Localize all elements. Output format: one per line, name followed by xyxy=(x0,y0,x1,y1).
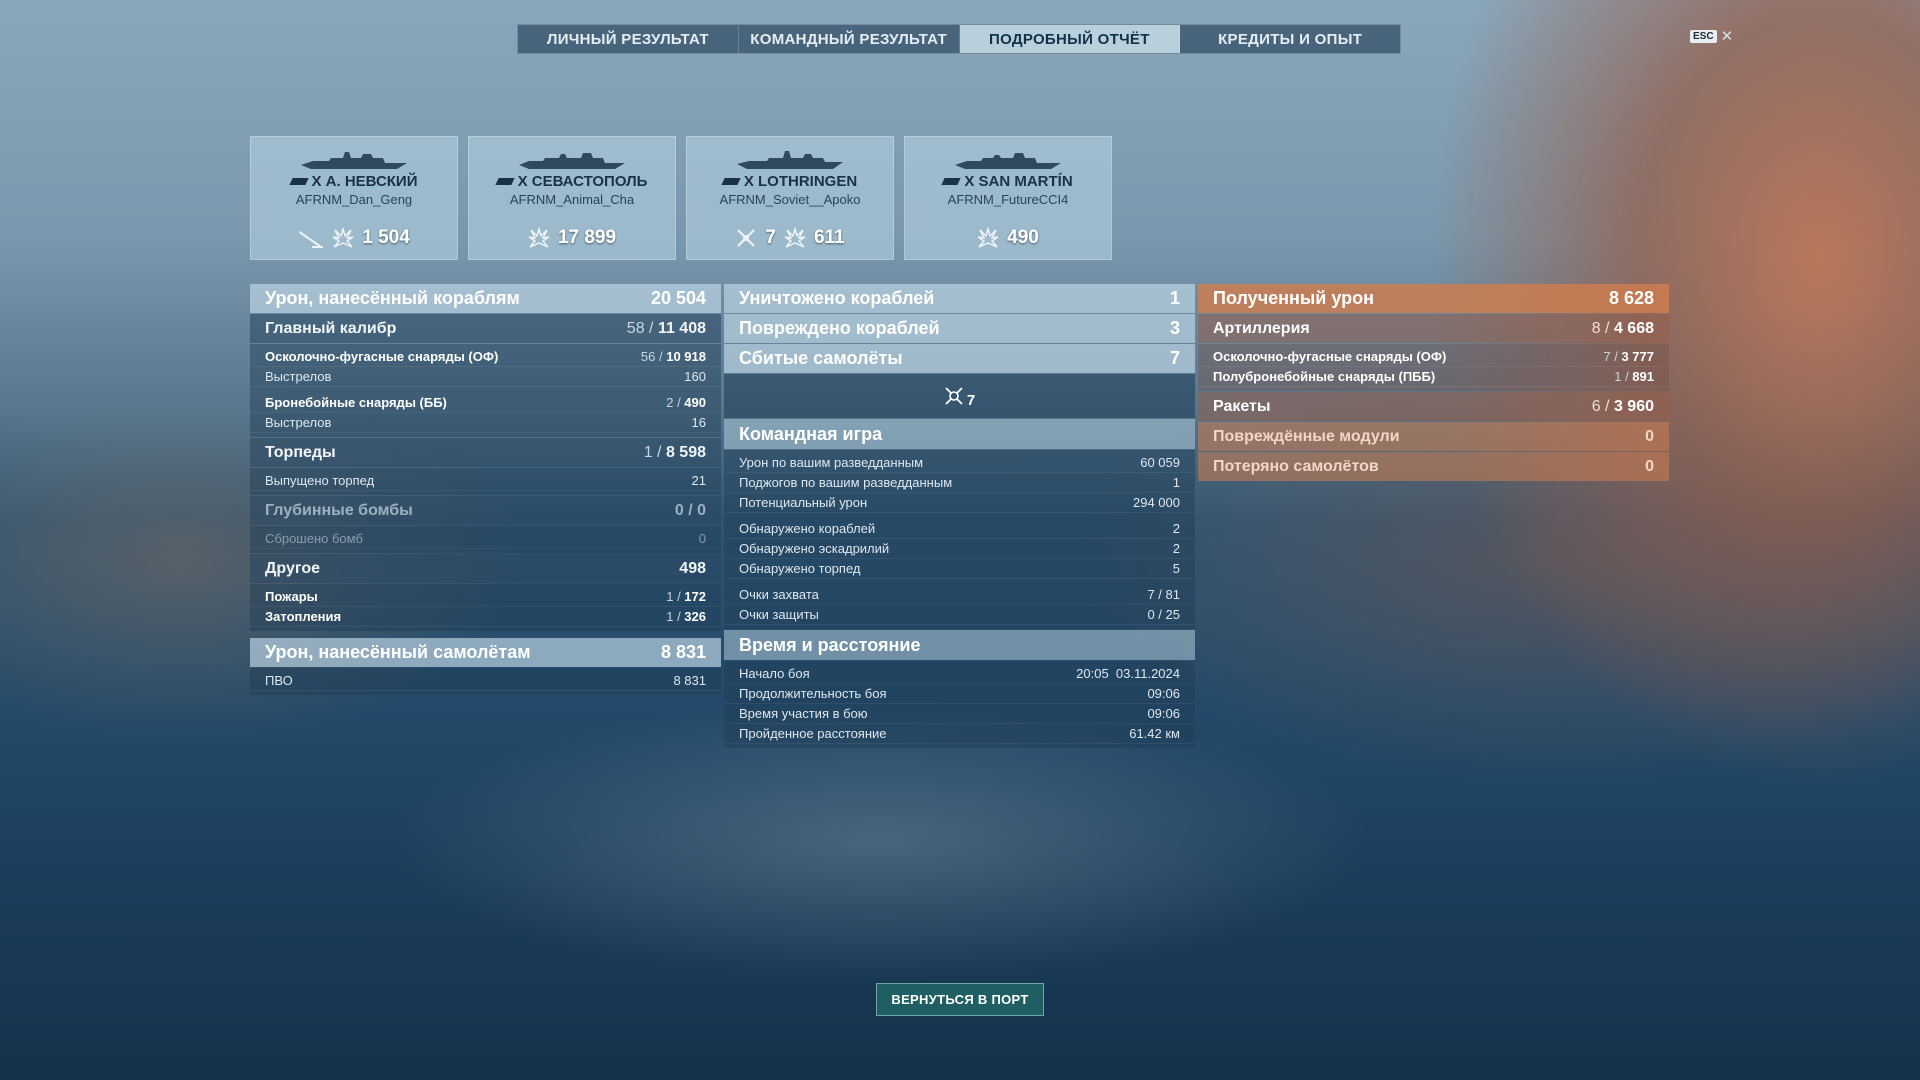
esc-key-label: ESC xyxy=(1690,29,1717,43)
ship-card[interactable]: X А. НЕВСКИЙ AFRNM_Dan_Geng 1 504 xyxy=(250,136,458,260)
bombs-dropped-row: Сброшено бомб 0 xyxy=(250,529,721,549)
list-item: Потенциальный урон 294 000 xyxy=(724,493,1195,513)
combat-summary-panel: Уничтожено кораблей 1 Повреждено кораблей… xyxy=(724,284,1195,749)
team-play-title: Командная игра xyxy=(724,419,1195,449)
ship-name: X А. НЕВСКИЙ xyxy=(311,173,418,190)
damage-received-panel: Полученный урон 8 628 Артиллерия 8 / 4 668… xyxy=(1198,284,1669,482)
planes-lost-row: Потеряно самолётов 0 xyxy=(1198,452,1669,481)
ship-damage-header: Урон, нанесённый кораблям 20 504 xyxy=(250,284,721,313)
received-damage-header: Полученный урон 8 628 xyxy=(1198,284,1669,313)
nation-flag-icon xyxy=(494,178,515,185)
list-item: Поджогов по вашим разведданным 1 xyxy=(724,473,1195,493)
return-to-port-button[interactable]: ВЕРНУТЬСЯ В ПОРТ xyxy=(876,983,1044,1016)
ships-damaged-row: Повреждено кораблей 3 xyxy=(724,314,1195,343)
division-cards: X А. НЕВСКИЙ AFRNM_Dan_Geng 1 504 X СЕВА… xyxy=(250,136,1112,260)
ship-name: X LOTHRINGEN xyxy=(743,173,858,190)
time-distance-title: Время и расстояние xyxy=(724,630,1195,660)
ship-silhouette-icon xyxy=(301,152,407,169)
depth-charges-row: Глубинные бомбы 0 / 0 xyxy=(250,496,721,525)
ship-silhouette-icon xyxy=(955,153,1061,169)
list-item: Обнаружено эскадрилий 2 xyxy=(724,539,1195,559)
damage-value: 17 899 xyxy=(557,227,617,248)
player-name: AFRNM_FutureCCI4 xyxy=(947,192,1069,207)
list-item: Пройденное расстояние 61.42 км xyxy=(724,724,1195,744)
he-shells-received-row: Осколочно-фугасные снаряды (ОФ) 7 / 3 777 xyxy=(1198,347,1669,367)
damage-icon xyxy=(332,227,354,248)
damage-value: 490 xyxy=(1007,227,1039,248)
planes-shot-detail: 7 xyxy=(724,374,1195,418)
sap-shells-received-row: Полубронебойные снаряды (ПББ) 1 / 891 xyxy=(1198,367,1669,387)
list-item: Урон по вашим разведданным 60 059 xyxy=(724,453,1195,473)
planes-shot-value: 7 xyxy=(765,227,776,248)
ship-card[interactable]: X LOTHRINGEN AFRNM_Soviet__Apoko 7 611 xyxy=(686,136,894,260)
close-icon: ✕ xyxy=(1720,28,1734,45)
nation-flag-icon xyxy=(288,178,309,185)
ship-silhouette-icon xyxy=(737,151,843,169)
tab-bar: ЛИЧНЫЙ РЕЗУЛЬТАТ КОМАНДНЫЙ РЕЗУЛЬТАТ ПОД… xyxy=(517,24,1401,54)
ship-card[interactable]: X SAN MARTÍN AFRNM_FutureCCI4 490 xyxy=(904,136,1112,260)
fires-row: Пожары 1 / 172 xyxy=(250,587,721,607)
ap-shells-row: Бронебойные снаряды (ББ) 2 / 490 xyxy=(250,393,721,413)
close-button[interactable]: ESC ✕ xyxy=(1690,27,1733,45)
tab-credits-xp[interactable]: КРЕДИТЫ И ОПЫТ xyxy=(1180,25,1400,53)
plane-damage-header: Урон, нанесённый самолётам 8 831 xyxy=(250,638,721,667)
player-name: AFRNM_Dan_Geng xyxy=(295,192,413,207)
torpedoes-fired-row: Выпущено торпед 21 xyxy=(250,471,721,491)
artillery-row: Артиллерия 8 / 4 668 xyxy=(1198,314,1669,343)
aa-row: ПВО 8 831 xyxy=(250,671,721,691)
rockets-row: Ракеты 6 / 3 960 xyxy=(1198,392,1669,421)
damage-value: 611 xyxy=(813,227,845,248)
list-item: Продолжительность боя 09:06 xyxy=(724,684,1195,704)
ships-destroyed-row: Уничтожено кораблей 1 xyxy=(724,284,1195,313)
tab-team-result[interactable]: КОМАНДНЫЙ РЕЗУЛЬТАТ xyxy=(739,25,960,53)
he-shots-row: Выстрелов 160 xyxy=(250,367,721,387)
ship-name: X СЕВАСТОПОЛЬ xyxy=(517,173,648,190)
tab-personal-result[interactable]: ЛИЧНЫЙ РЕЗУЛЬТАТ xyxy=(518,25,739,53)
damage-dealt-panel: Урон, нанесённый кораблям 20 504 Главный … xyxy=(250,284,721,696)
floods-row: Затопления 1 / 326 xyxy=(250,607,721,627)
other-damage-row: Другое 498 xyxy=(250,554,721,583)
damage-icon xyxy=(784,227,806,248)
ship-name: X SAN MARTÍN xyxy=(964,173,1073,190)
planes-shot-row: Сбитые самолёты 7 xyxy=(724,344,1195,373)
torpedoes-row: Торпеды 1 / 8 598 xyxy=(250,438,721,467)
damage-icon xyxy=(977,227,999,248)
main-battery-row: Главный калибр 58 / 11 408 xyxy=(250,314,721,343)
damage-icon xyxy=(528,227,550,248)
ap-shots-row: Выстрелов 16 xyxy=(250,413,721,433)
tab-detailed-report[interactable]: ПОДРОБНЫЙ ОТЧЁТ xyxy=(959,25,1181,53)
he-shells-row: Осколочно-фугасные снаряды (ОФ) 56 / 10 9… xyxy=(250,347,721,367)
player-name: AFRNM_Animal_Cha xyxy=(509,192,635,207)
damaged-modules-row: Повреждённые модули 0 xyxy=(1198,422,1669,451)
list-item: Обнаружено торпед 5 xyxy=(724,559,1195,579)
plane-icon xyxy=(945,387,963,405)
list-item: Очки защиты 0 / 25 xyxy=(724,605,1195,625)
nation-flag-icon xyxy=(941,178,961,185)
ship-card[interactable]: X СЕВАСТОПОЛЬ AFRNM_Animal_Cha 17 899 xyxy=(468,136,676,260)
plane-icon xyxy=(737,229,756,247)
list-item: Начало боя 20:05 03.11.2024 xyxy=(724,664,1195,684)
nation-flag-icon xyxy=(721,178,741,185)
torpedo-icon xyxy=(299,231,324,248)
list-item: Время участия в бою 09:06 xyxy=(724,704,1195,724)
list-item: Обнаружено кораблей 2 xyxy=(724,519,1195,539)
damage-value: 1 504 xyxy=(362,227,410,248)
ship-silhouette-icon xyxy=(519,153,625,169)
player-name: AFRNM_Soviet__Apoko xyxy=(719,192,861,207)
list-item: Очки захвата 7 / 81 xyxy=(724,585,1195,605)
